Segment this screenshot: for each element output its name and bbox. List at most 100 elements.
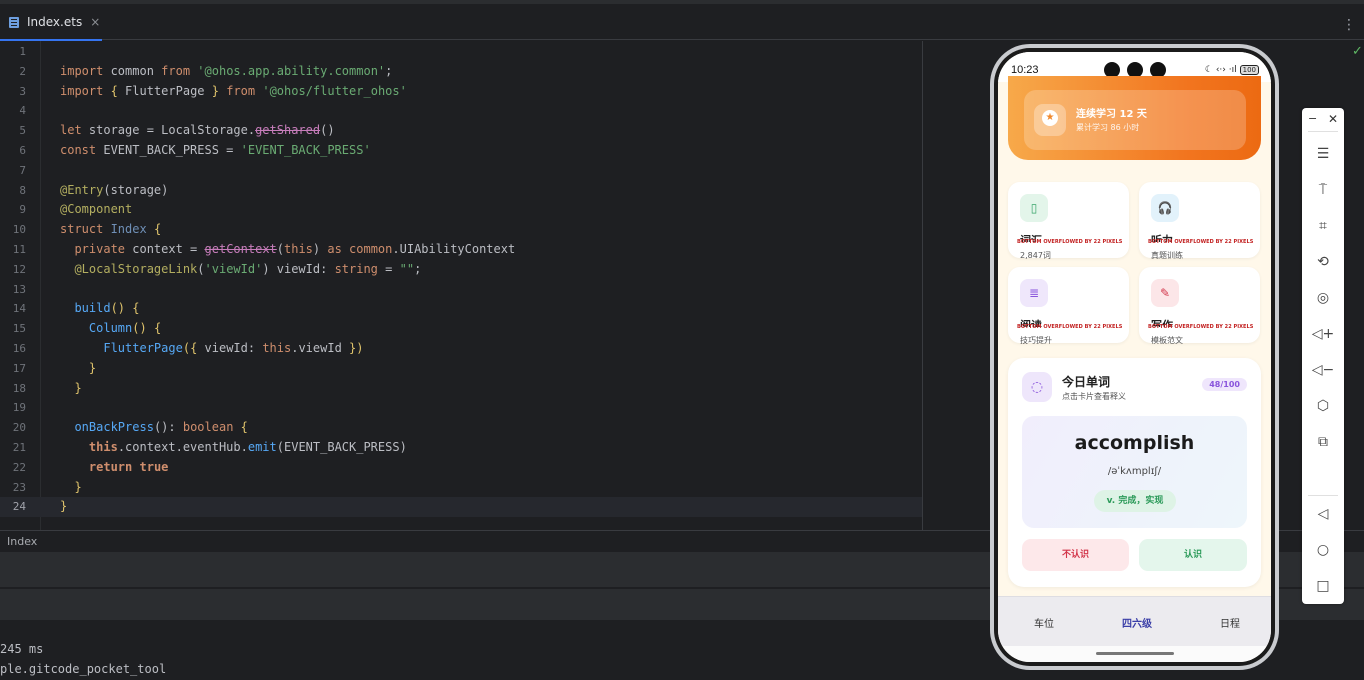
home-indicator[interactable] xyxy=(1096,652,1174,655)
punctuation: ( xyxy=(276,242,284,256)
decorator: @Entry xyxy=(60,182,104,197)
record-icon[interactable]: ◎ xyxy=(1302,283,1344,313)
editor-right-margin xyxy=(922,41,923,530)
code-line: 7 xyxy=(0,161,922,181)
keyword: private xyxy=(74,242,126,256)
minimize-icon[interactable]: − xyxy=(1308,112,1317,125)
headphones-icon: 🎧 xyxy=(1151,194,1179,222)
keyword: struct xyxy=(60,222,104,237)
punctuation: } xyxy=(60,499,68,514)
back-icon[interactable]: ◁ xyxy=(1302,499,1344,529)
type-name: common xyxy=(341,242,393,256)
punctuation: () xyxy=(320,123,335,138)
punctuation: (): xyxy=(153,420,183,435)
volume-down-icon[interactable]: ◁− xyxy=(1302,355,1344,385)
streak-card[interactable]: 连续学习 12 天 累计学习 86 小时 xyxy=(1024,90,1246,150)
overflow-warning: BOTTOM OVERFLOWED BY 22 PIXELS xyxy=(1148,239,1254,245)
type-name: boolean xyxy=(182,420,234,435)
line-number: 12 xyxy=(12,262,26,276)
punctuation: ({ xyxy=(182,341,205,355)
crop-screenshot-icon[interactable]: ⌗ xyxy=(1302,211,1344,241)
tile-vocabulary[interactable]: ▯ 词汇 BOTTOM OVERFLOWED BY 22 PIXELS 2,84… xyxy=(1008,182,1129,260)
string-literal: '@ohos.app.ability.common' xyxy=(197,63,386,78)
status-icons: ☾ ‹·› ·ıl 100 xyxy=(1205,65,1259,75)
word-card-subtitle: 点击卡片查看释义 xyxy=(1062,392,1126,401)
identifier: (EVENT_BACK_PRESS) xyxy=(276,440,407,454)
unknown-button[interactable]: 不认识 xyxy=(1022,539,1129,571)
status-time: 10:23 xyxy=(1011,64,1039,76)
line-number: 10 xyxy=(12,223,26,237)
code-line: 20 onBackPress(): boolean { xyxy=(0,418,922,438)
recents-icon[interactable]: □ xyxy=(1302,571,1344,601)
home-icon[interactable]: ○ xyxy=(1302,535,1344,565)
line-number: 23 xyxy=(12,480,26,494)
fold-icon[interactable]: ⬡ xyxy=(1302,391,1344,421)
tab-close-icon[interactable]: × xyxy=(90,15,100,29)
book-icon: ▯ xyxy=(1020,194,1048,222)
code-line: 18 } xyxy=(0,379,922,399)
pin-off-icon[interactable]: ⍑ xyxy=(1302,175,1344,205)
more-options-icon[interactable]: ⋮ xyxy=(1342,18,1356,32)
breadcrumb-item[interactable]: Index xyxy=(7,535,37,548)
keyword: this xyxy=(284,242,313,256)
type-name: .UIAbilityContext xyxy=(392,242,516,256)
code-line: 12 @LocalStorageLink('viewId') viewId: s… xyxy=(0,260,922,280)
rotate-icon[interactable]: ⟲ xyxy=(1302,247,1344,277)
phone-screen[interactable]: 10:23 ☾ ‹·› ·ıl 100 连续学习 12 天 累计学习 86 小时 xyxy=(998,52,1271,662)
current-code-line: 24} xyxy=(0,497,922,518)
line-number: 15 xyxy=(12,322,26,336)
code-line: 16 FlutterPage({ viewId: this.viewId }) xyxy=(0,339,922,359)
tile-writing[interactable]: ✎ 写作 BOTTOM OVERFLOWED BY 22 PIXELS 模板范文 xyxy=(1139,267,1260,345)
line-number: 16 xyxy=(12,342,26,355)
keyword: as xyxy=(327,242,342,256)
progress-badge: 48/100 xyxy=(1202,378,1247,391)
code-line: 13 xyxy=(0,280,922,300)
punctuation: () { xyxy=(132,321,162,336)
multi-device-icon[interactable]: ⧉ xyxy=(1302,427,1344,457)
keyword: const xyxy=(60,143,97,157)
line-number: 19 xyxy=(12,401,26,415)
article-icon: ≣ xyxy=(1020,279,1048,307)
punctuation: ) xyxy=(312,242,328,256)
close-icon[interactable]: ✕ xyxy=(1328,112,1338,126)
punctuation: ; xyxy=(414,261,422,276)
struct-name: Index xyxy=(103,222,147,237)
code-line: 11 private context = getContext(this) as… xyxy=(0,240,922,260)
line-number: 5 xyxy=(19,124,26,138)
identifier: (storage) xyxy=(103,182,169,197)
phone-emulator: 10:23 ☾ ‹·› ·ıl 100 连续学习 12 天 累计学习 86 小时 xyxy=(990,44,1279,670)
inspection-ok-icon[interactable]: ✓ xyxy=(1352,44,1363,59)
punctuation: }) xyxy=(341,341,364,355)
code-editor[interactable]: 1 2 import common from '@ohos.app.ability… xyxy=(0,41,922,530)
known-button[interactable]: 认识 xyxy=(1139,539,1247,571)
gesture-area xyxy=(998,646,1271,662)
line-number: 13 xyxy=(12,282,26,296)
code-line: 8 @Entry(storage) xyxy=(0,181,922,201)
code-line: 23 } xyxy=(0,478,922,498)
nav-item-schedule[interactable]: 日程 xyxy=(1220,615,1240,630)
line-number: 6 xyxy=(19,144,26,157)
star-icon xyxy=(1034,104,1066,136)
line-number: 21 xyxy=(12,441,26,454)
string-literal: 'viewId' xyxy=(204,261,263,276)
tile-reading[interactable]: ≣ 阅读 BOTTOM OVERFLOWED BY 22 PIXELS 技巧提升 xyxy=(1008,267,1129,345)
tile-subtitle: 模板范文 xyxy=(1151,336,1183,345)
nav-item-cet[interactable]: 四六级 xyxy=(1122,615,1152,630)
menu-icon[interactable]: ☰ xyxy=(1302,139,1344,169)
nav-item-parking[interactable]: 车位 xyxy=(1034,615,1054,630)
tile-subtitle: 技巧提升 xyxy=(1020,336,1052,345)
word-card-title: 今日单词 xyxy=(1062,375,1111,389)
tab-index-ets[interactable]: Index.ets × xyxy=(0,4,102,41)
method-name: build xyxy=(74,301,111,316)
console-line: 245 ms xyxy=(0,642,44,656)
overflow-warning: BOTTOM OVERFLOWED BY 22 PIXELS xyxy=(1017,239,1123,245)
streak-title: 连续学习 12 天 xyxy=(1076,109,1147,120)
line-number: 22 xyxy=(12,460,26,474)
tile-listening[interactable]: 🎧 听力 BOTTOM OVERFLOWED BY 22 PIXELS 真题训练 xyxy=(1139,182,1260,260)
decorator: @Component xyxy=(60,202,133,217)
word-flashcard[interactable]: accomplish /əˈkʌmplɪʃ/ v. 完成，实现 xyxy=(1022,416,1247,528)
punctuation: } xyxy=(74,479,82,494)
volume-up-icon[interactable]: ◁+ xyxy=(1302,319,1344,349)
bottom-navigation: 车位 四六级 日程 xyxy=(998,596,1271,646)
punctuation: ; xyxy=(385,63,393,78)
